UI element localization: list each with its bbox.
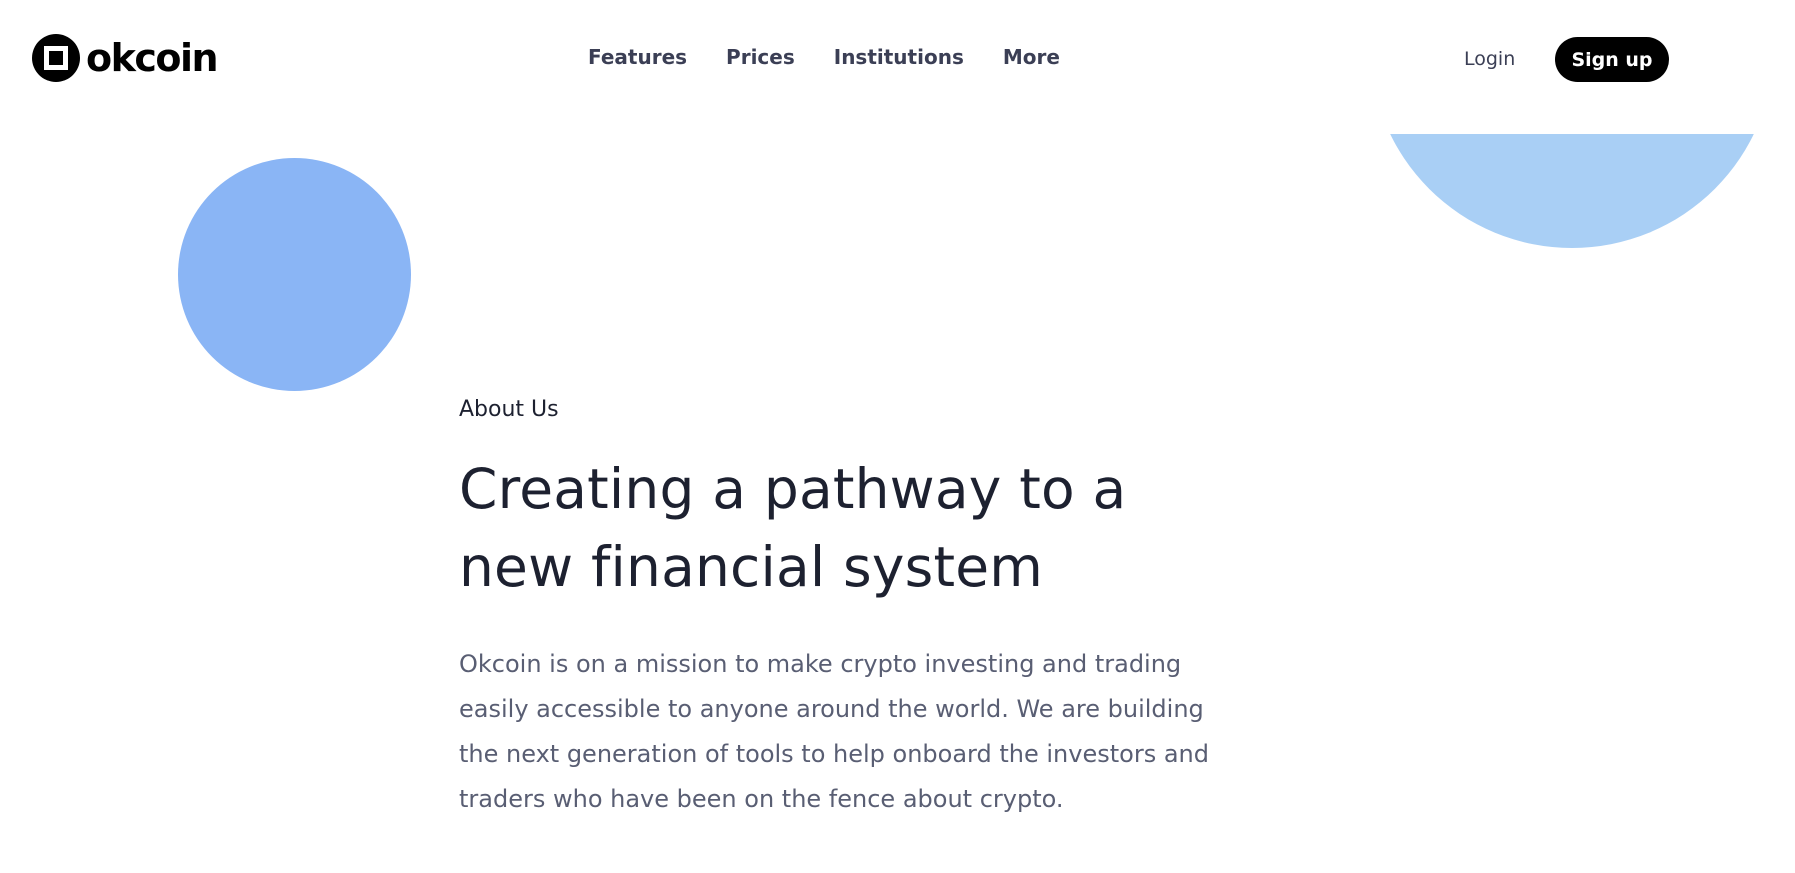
brand-name: okcoin bbox=[86, 36, 219, 80]
decorative-half-circle bbox=[1370, 134, 1774, 248]
login-link[interactable]: Login bbox=[1464, 46, 1515, 72]
site-header: okcoin Features Prices Institutions More… bbox=[0, 0, 1795, 117]
page: okcoin Features Prices Institutions More… bbox=[0, 0, 1795, 873]
section-eyebrow: About Us bbox=[459, 397, 559, 422]
page-title: Creating a pathway to a new financial sy… bbox=[459, 457, 1127, 599]
decorative-circle bbox=[178, 158, 411, 391]
signup-button[interactable]: Sign up bbox=[1555, 37, 1669, 82]
okcoin-logo-icon bbox=[32, 34, 80, 82]
mission-description: Okcoin is on a mission to make crypto in… bbox=[459, 650, 1209, 813]
decorative-half-circle-disc bbox=[1370, 134, 1774, 248]
nav-item-more[interactable]: More bbox=[1003, 44, 1060, 70]
nav-item-institutions[interactable]: Institutions bbox=[834, 44, 964, 70]
about-section: About Us Creating a pathway to a new fin… bbox=[459, 390, 1249, 822]
nav-item-prices[interactable]: Prices bbox=[726, 44, 795, 70]
nav-item-features[interactable]: Features bbox=[588, 44, 687, 70]
main-nav: Features Prices Institutions More bbox=[588, 44, 1060, 70]
okcoin-logo[interactable]: okcoin bbox=[32, 34, 219, 82]
